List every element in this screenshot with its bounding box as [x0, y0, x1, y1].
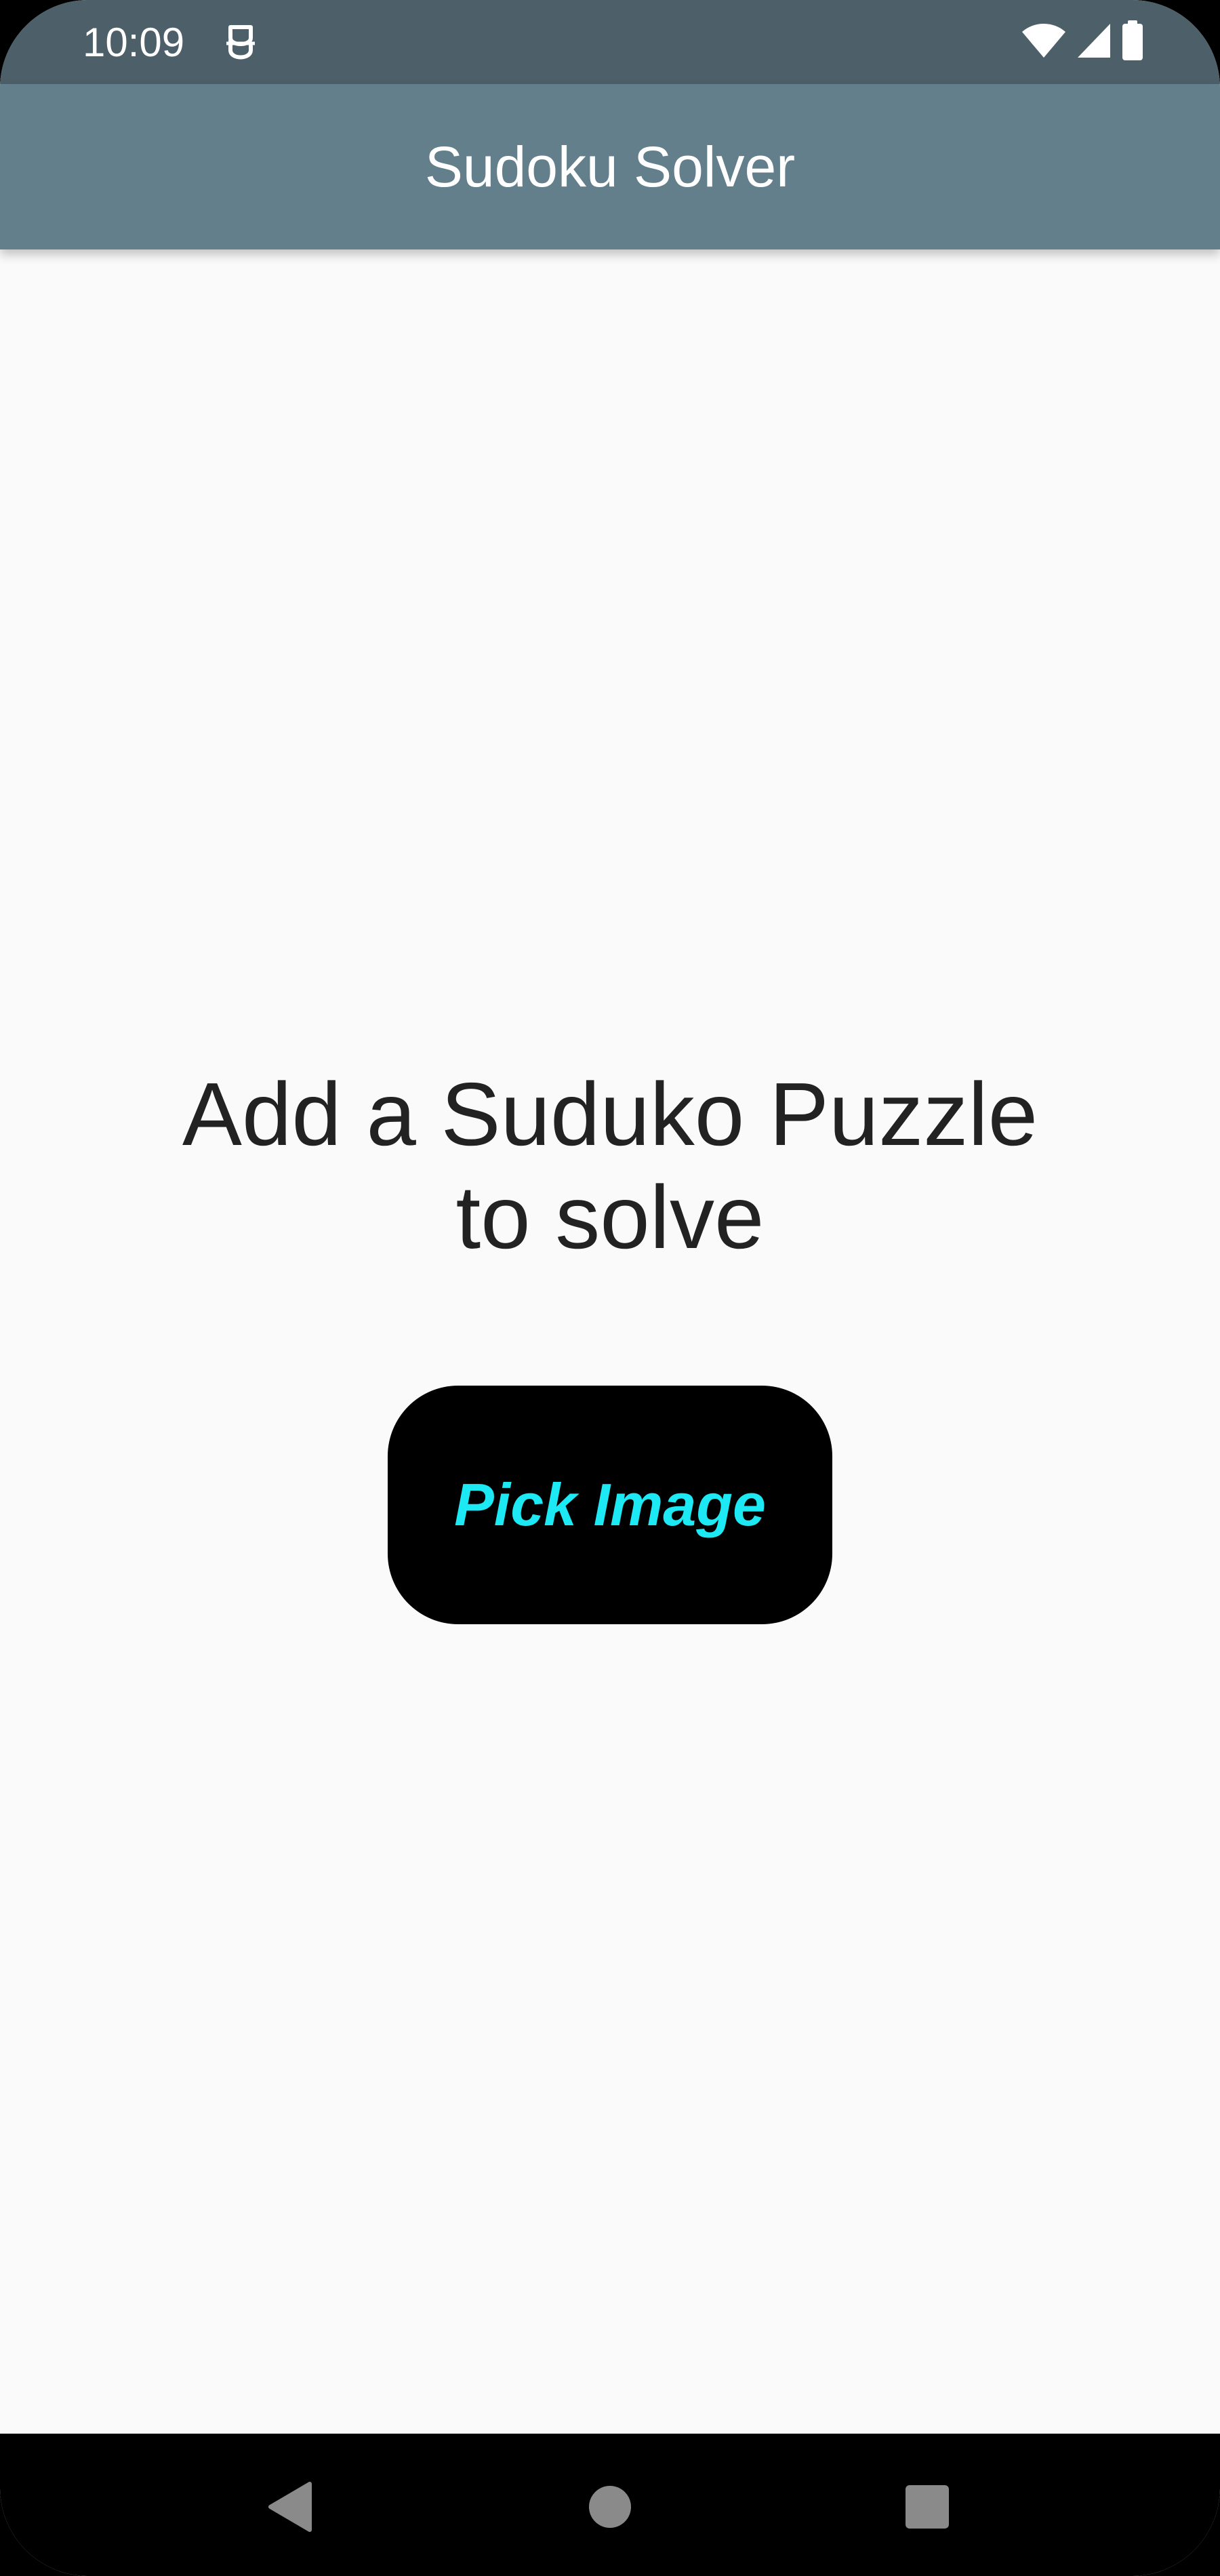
instruction-line-1: Add a Suduko Puzzle — [182, 1064, 1038, 1164]
home-button[interactable] — [576, 2474, 644, 2542]
instruction-line-2: to solve — [455, 1167, 765, 1267]
battery-icon — [1121, 20, 1144, 64]
recents-button[interactable] — [893, 2474, 961, 2542]
pick-image-button[interactable]: Pick Image — [388, 1386, 832, 1624]
status-bar: 10:09 — [0, 0, 1220, 84]
cellular-signal-icon — [1076, 22, 1112, 62]
wifi-icon — [1021, 22, 1067, 62]
home-icon — [588, 2484, 632, 2533]
phone-screen: 10:09 Sudoku Solver Add a Suduko Puzzle … — [0, 0, 1220, 2576]
navigation-bar — [0, 2434, 1220, 2576]
notification-icon — [224, 23, 258, 64]
main-content: Add a Suduko Puzzle to solve Pick Image — [0, 249, 1220, 2434]
recents-icon — [904, 2484, 950, 2533]
pick-image-label: Pick Image — [454, 1471, 766, 1538]
status-time: 10:09 — [83, 20, 185, 65]
app-title: Sudoku Solver — [424, 135, 796, 199]
app-bar: Sudoku Solver — [0, 84, 1220, 249]
status-icons — [1021, 20, 1144, 64]
instruction-text: Add a Suduko Puzzle to solve — [0, 1063, 1220, 1269]
back-icon — [266, 2481, 314, 2536]
back-button[interactable] — [256, 2474, 324, 2542]
